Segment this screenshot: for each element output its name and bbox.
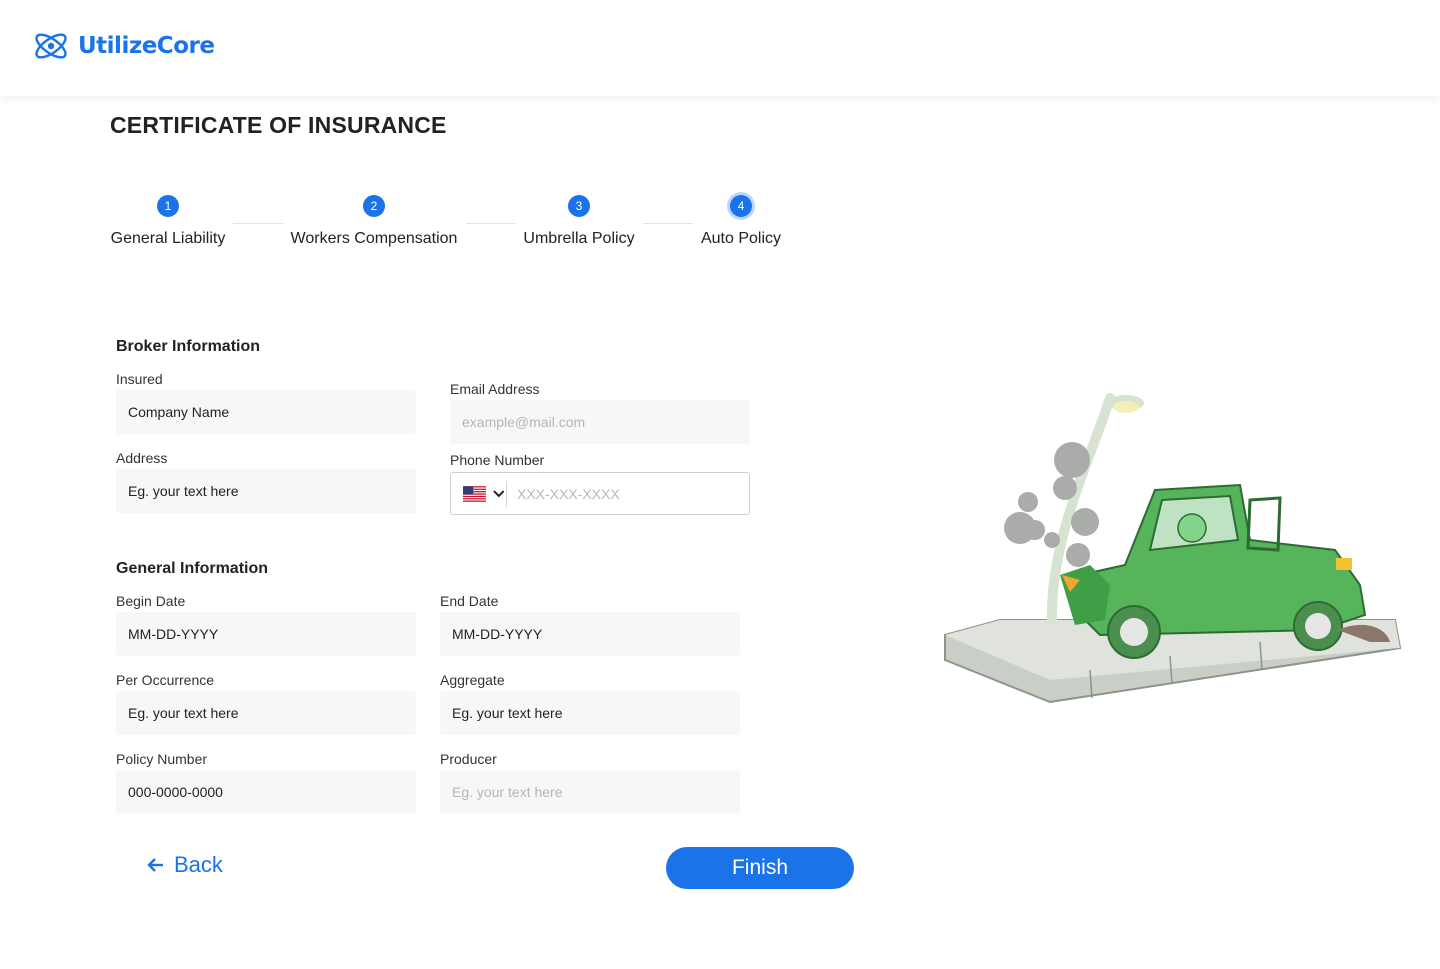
general-section-title: General Information [116,560,269,577]
end-date-label: End Date [440,593,499,609]
email-label: Email Address [450,381,540,397]
address-input[interactable] [116,469,416,513]
step-number: 3 [568,195,590,217]
step-umbrella-policy[interactable]: 3 Umbrella Policy [519,195,639,248]
per-occurrence-input[interactable] [116,691,416,735]
logo-text: UtilizeCore [78,33,215,59]
country-select[interactable] [451,480,507,507]
step-number: 4 [730,195,752,217]
policy-number-input[interactable] [116,770,416,814]
back-button[interactable]: Back [146,852,223,878]
arrow-left-icon [147,858,163,872]
step-workers-compensation[interactable]: 2 Workers Compensation [289,195,459,248]
logo[interactable]: UtilizeCore [32,26,215,66]
atom-icon [35,33,67,59]
begin-date-input[interactable] [116,612,416,656]
end-date-input[interactable] [440,612,740,656]
us-flag-icon [463,485,487,502]
step-label: Auto Policy [700,230,782,247]
producer-label: Producer [440,751,497,767]
app-header: UtilizeCore [0,0,1440,96]
step-number: 2 [363,195,385,217]
insured-input[interactable] [116,390,416,434]
step-auto-policy[interactable]: 4 Auto Policy [691,195,791,248]
step-connector [643,223,693,224]
smoke-shape [1004,442,1099,567]
address-label: Address [116,450,168,466]
step-label: General Liability [110,230,226,247]
begin-date-label: Begin Date [116,593,186,609]
aggregate-input[interactable] [440,691,740,735]
car-crash-illustration [944,393,1402,704]
producer-input[interactable] [440,770,740,814]
step-general-liability[interactable]: 1 General Liability [108,195,228,248]
step-connector [466,223,516,224]
step-connector [233,223,283,224]
phone-field [450,472,750,515]
per-occurrence-label: Per Occurrence [116,672,215,688]
policy-number-label: Policy Number [116,751,208,767]
phone-input[interactable] [507,472,749,515]
step-label: Workers Compensation [290,230,458,247]
back-label: Back [174,852,223,877]
step-number: 1 [157,195,179,217]
broker-section-title: Broker Information [116,338,261,355]
phone-label: Phone Number [450,452,545,468]
aggregate-label: Aggregate [440,672,505,688]
step-label: Umbrella Policy [523,230,635,247]
page-title: CERTIFICATE OF INSURANCE [110,112,447,138]
chevron-down-icon [493,489,505,497]
email-input[interactable] [450,400,750,444]
insured-label: Insured [116,371,163,387]
finish-button[interactable]: Finish [666,847,854,889]
